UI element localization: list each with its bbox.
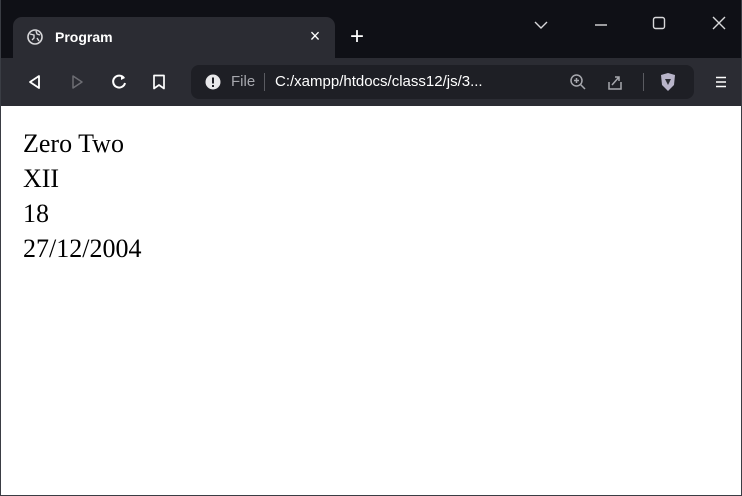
- hamburger-menu-icon: [716, 76, 726, 88]
- share-icon[interactable]: [606, 73, 624, 91]
- reload-button[interactable]: [105, 68, 133, 96]
- tab-close-button[interactable]: ×: [306, 27, 324, 45]
- brave-shield-icon[interactable]: [659, 72, 677, 92]
- menu-button[interactable]: [714, 75, 728, 89]
- url-text[interactable]: C:/xampp/htdocs/class12/js/3...: [275, 73, 483, 90]
- maximize-icon: [652, 16, 666, 30]
- forward-button[interactable]: [63, 68, 91, 96]
- info-icon: [205, 74, 221, 90]
- minimize-button[interactable]: [589, 16, 613, 36]
- output-lines: Zero Two XII 18 27/12/2004: [23, 126, 141, 266]
- close-window-button[interactable]: [707, 16, 731, 36]
- tab-title: Program: [55, 29, 113, 45]
- output-line-date: 27/12/2004: [23, 234, 142, 263]
- chevron-down-icon: [534, 21, 548, 29]
- output-line-age: 18: [23, 199, 49, 228]
- bookmark-button[interactable]: [145, 68, 173, 96]
- navigation-toolbar: File C:/xampp/htdocs/class12/js/3...: [1, 58, 741, 106]
- output-line-name: Zero Two: [23, 129, 124, 158]
- address-bar[interactable]: File C:/xampp/htdocs/class12/js/3...: [191, 65, 694, 99]
- back-button[interactable]: [21, 68, 49, 96]
- new-tab-button[interactable]: +: [345, 25, 369, 49]
- maximize-button[interactable]: [647, 16, 671, 36]
- close-icon: [712, 16, 726, 30]
- divider: [643, 73, 644, 91]
- page-content: Zero Two XII 18 27/12/2004: [1, 106, 741, 494]
- browser-window: Program × + File C:/xampp/htdocs/class12…: [0, 0, 742, 496]
- bookmark-icon: [153, 74, 165, 90]
- forward-icon: [72, 75, 83, 89]
- back-icon: [29, 75, 40, 89]
- globe-icon: [27, 29, 43, 45]
- output-line-class: XII: [23, 164, 60, 193]
- tab-search-dropdown-button[interactable]: [529, 16, 553, 36]
- divider: [264, 73, 265, 91]
- zoom-icon[interactable]: [569, 73, 587, 91]
- security-label: File: [231, 73, 256, 90]
- reload-icon: [112, 74, 126, 89]
- minimize-icon: [595, 24, 607, 26]
- title-bar: Program × +: [1, 0, 741, 58]
- tab-program[interactable]: Program ×: [13, 17, 335, 58]
